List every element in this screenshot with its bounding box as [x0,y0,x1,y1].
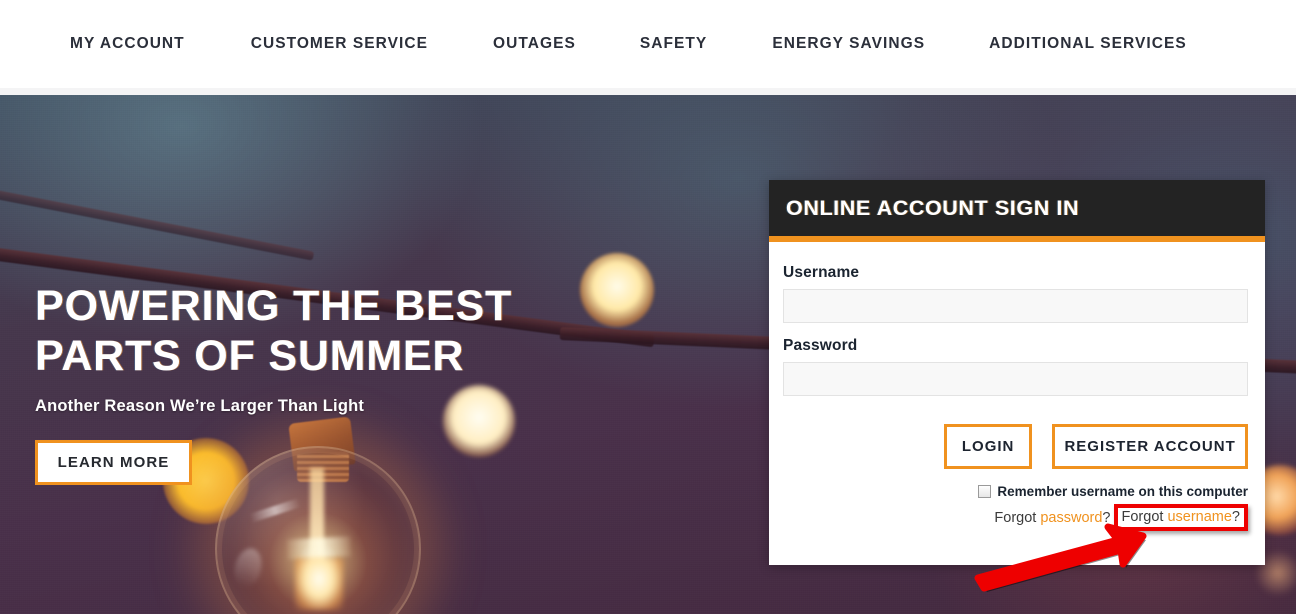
light-bulb-image [215,416,435,614]
field-spacer [783,323,1248,337]
forgot-username-prefix: Forgot [1121,509,1168,525]
page-root: MY ACCOUNT CUSTOMER SERVICE OUTAGES SAFE… [0,0,1296,614]
forgot-password-link-text[interactable]: password [1040,510,1102,526]
learn-more-button[interactable]: LEARN MORE [35,440,192,485]
top-navigation-bar: MY ACCOUNT CUSTOMER SERVICE OUTAGES SAFE… [0,0,1296,88]
forgot-password-prefix: Forgot [994,509,1041,526]
forgot-links-row: Forgot password? Forgot username? [783,504,1248,531]
forgot-username-suffix: ? [1231,509,1240,525]
nav-item-additional-services[interactable]: ADDITIONAL SERVICES [989,35,1187,53]
online-account-sign-in-panel: ONLINE ACCOUNT SIGN IN Username Password… [769,180,1265,565]
nav-item-energy-savings[interactable]: ENERGY SAVINGS [772,35,925,53]
bokeh-light [443,385,515,457]
login-panel-title: ONLINE ACCOUNT SIGN IN [786,195,1080,220]
remember-username-row: Remember username on this computer [783,484,1248,499]
hero-subtitle: Another Reason We’re Larger Than Light [35,397,365,415]
forgot-password-link[interactable]: Forgot password? [994,510,1110,526]
username-label: Username [783,264,860,281]
username-input[interactable] [783,289,1248,323]
nav-item-safety[interactable]: SAFETY [640,35,707,53]
login-button[interactable]: LOGIN [944,424,1033,469]
register-account-button[interactable]: REGISTER ACCOUNT [1052,424,1248,469]
nav-divider [0,88,1296,95]
nav-item-my-account[interactable]: MY ACCOUNT [70,35,185,53]
nav-item-customer-service[interactable]: CUSTOMER SERVICE [251,35,428,53]
forgot-password-suffix: ? [1102,509,1111,526]
password-input[interactable] [783,362,1248,396]
login-button-row: LOGIN REGISTER ACCOUNT [783,424,1248,469]
remember-username-checkbox[interactable] [978,485,992,498]
bulb-rim [215,446,421,614]
nav-item-outages[interactable]: OUTAGES [493,35,576,53]
login-panel-header: ONLINE ACCOUNT SIGN IN [769,180,1265,236]
nav-list: MY ACCOUNT CUSTOMER SERVICE OUTAGES SAFE… [0,35,1187,53]
hero-title: POWERING THE BEST PARTS OF SUMMER [35,282,513,380]
password-label: Password [783,337,858,354]
bokeh-light [580,253,654,327]
login-form: Username Password LOGIN REGISTER ACCOUNT… [769,242,1265,531]
forgot-username-link-highlighted[interactable]: Forgot username? [1113,504,1248,531]
remember-username-label: Remember username on this computer [997,484,1248,499]
forgot-username-link-text[interactable]: username [1167,509,1231,525]
